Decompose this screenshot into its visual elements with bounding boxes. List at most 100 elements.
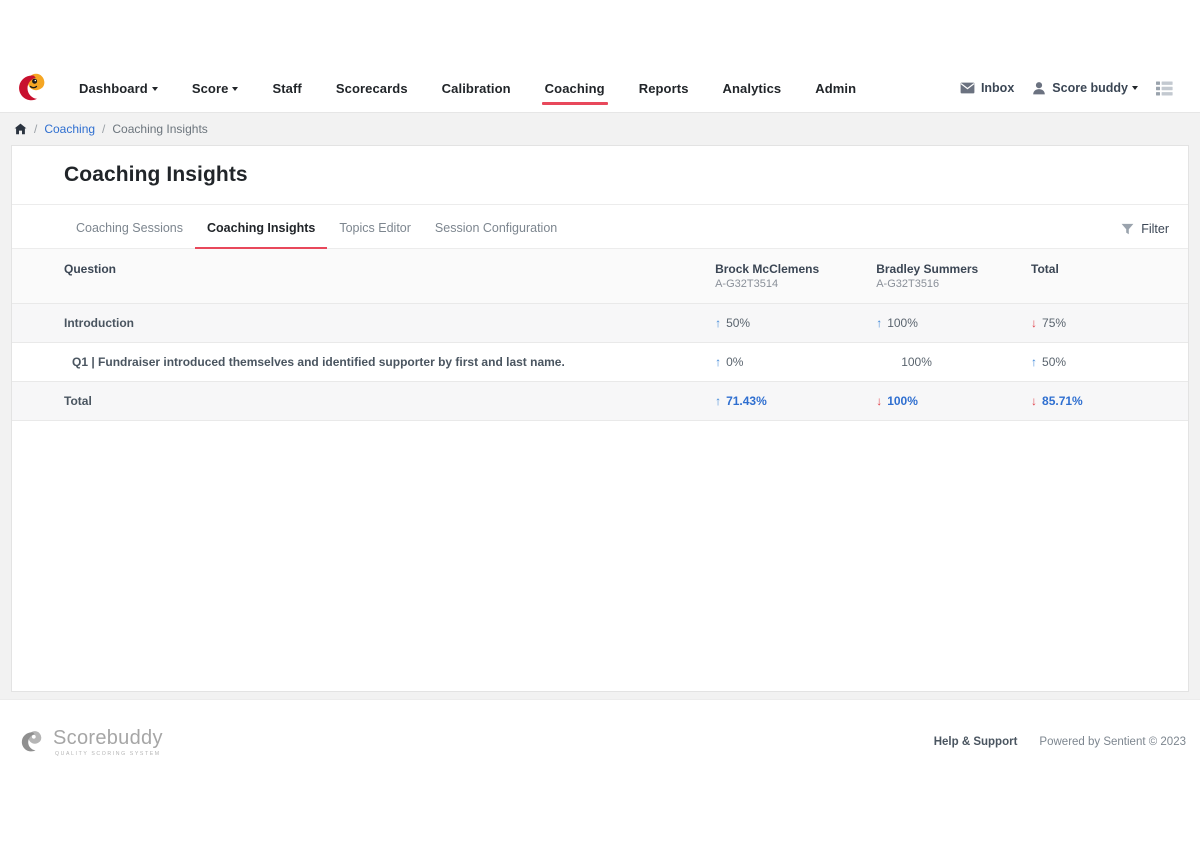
- table-row[interactable]: Q1 | Fundraiser introduced themselves an…: [12, 343, 1188, 382]
- coaching-insights-table: Question Brock McClemens A-G32T3514 Brad…: [12, 249, 1188, 421]
- powered-by-label: Powered by Sentient © 2023: [1039, 736, 1186, 748]
- metric-value: ↑ 0%: [715, 355, 743, 369]
- inbox-label: Inbox: [981, 81, 1014, 95]
- tab-topics-editor[interactable]: Topics Editor: [327, 221, 423, 248]
- card-header: Coaching Insights: [12, 146, 1188, 205]
- table-body: Introduction ↑ 50% ↑ 100%: [12, 304, 1188, 421]
- column-header-agent-2: Bradley Summers A-G32T3516: [876, 249, 1031, 304]
- nav-item-coaching[interactable]: Coaching: [528, 64, 622, 113]
- nav-label-admin: Admin: [815, 81, 856, 96]
- tab-coaching-sessions[interactable]: Coaching Sessions: [64, 221, 195, 248]
- table-header-row: Question Brock McClemens A-G32T3514 Brad…: [12, 249, 1188, 304]
- nav-item-calibration[interactable]: Calibration: [425, 64, 528, 113]
- chevron-down-icon: [152, 87, 158, 91]
- tab-session-configuration[interactable]: Session Configuration: [423, 221, 569, 248]
- breadcrumb-current: Coaching Insights: [112, 122, 207, 136]
- row-cell-agent-2: 100%: [876, 343, 1031, 382]
- metric-text: 100%: [901, 355, 932, 369]
- nav-label-coaching: Coaching: [545, 81, 605, 96]
- nav-label-scorecards: Scorecards: [336, 81, 408, 96]
- nav-item-scorecards[interactable]: Scorecards: [319, 64, 425, 113]
- column-header-agent-1: Brock McClemens A-G32T3514: [715, 249, 876, 304]
- table-row[interactable]: Introduction ↑ 50% ↑ 100%: [12, 304, 1188, 343]
- filter-button[interactable]: Filter: [1121, 222, 1169, 248]
- breadcrumb: / Coaching / Coaching Insights: [0, 113, 1200, 145]
- row-cell-total: ↑ 50%: [1031, 343, 1188, 382]
- tab-coaching-insights[interactable]: Coaching Insights: [195, 221, 327, 248]
- arrow-up-icon: ↑: [876, 317, 882, 329]
- footer-brand-name: Scorebuddy: [53, 728, 163, 748]
- metric-text: 100%: [887, 394, 918, 408]
- footer-tagline: QUALITY SCORING SYSTEM: [53, 751, 163, 757]
- content-area: Coaching Insights Coaching Sessions Coac…: [0, 145, 1200, 699]
- nav-label-staff: Staff: [272, 81, 301, 96]
- nav-right-area: Inbox Score buddy: [953, 64, 1186, 113]
- tab-label-coaching-insights: Coaching Insights: [207, 221, 315, 235]
- filter-label: Filter: [1141, 222, 1169, 236]
- column-header-total: Total: [1031, 249, 1188, 304]
- breadcrumb-link-coaching[interactable]: Coaching: [44, 122, 95, 136]
- table-row[interactable]: Total ↑ 71.43% ↓ 100%: [12, 382, 1188, 421]
- chevron-down-icon: [1132, 86, 1138, 90]
- column-title-agent-2: Bradley Summers: [876, 262, 978, 276]
- arrow-up-icon: ↑: [715, 317, 721, 329]
- tab-label-session-configuration: Session Configuration: [435, 221, 557, 235]
- nav-item-staff[interactable]: Staff: [255, 64, 318, 113]
- metric-value: ↑ 71.43%: [715, 394, 767, 408]
- row-question-label: Introduction: [12, 304, 715, 343]
- arrow-up-icon: ↑: [1031, 356, 1037, 368]
- nav-item-dashboard[interactable]: Dashboard: [62, 64, 175, 113]
- inbox-button[interactable]: Inbox: [953, 81, 1021, 95]
- nav-item-score[interactable]: Score: [175, 64, 256, 113]
- nav-item-admin[interactable]: Admin: [798, 64, 873, 113]
- metric-value: ↓ 75%: [1031, 316, 1066, 330]
- envelope-icon: [960, 82, 975, 94]
- metric-value: ↓ 85.71%: [1031, 394, 1083, 408]
- tab-label-coaching-sessions: Coaching Sessions: [76, 221, 183, 235]
- metric-text: 75%: [1042, 316, 1066, 330]
- home-icon[interactable]: [14, 123, 27, 135]
- funnel-icon: [1121, 223, 1134, 235]
- row-question-label: Q1 | Fundraiser introduced themselves an…: [12, 343, 715, 382]
- metric-text: 85.71%: [1042, 394, 1083, 408]
- metric-text: 50%: [726, 316, 750, 330]
- row-cell-agent-1: ↑ 0%: [715, 343, 876, 382]
- arrow-down-icon: ↓: [876, 395, 882, 407]
- nav-label-dashboard: Dashboard: [79, 81, 148, 96]
- page-footer: Scorebuddy QUALITY SCORING SYSTEM Help &…: [0, 699, 1200, 784]
- row-question-label: Total: [12, 382, 715, 421]
- nav-label-score: Score: [192, 81, 229, 96]
- metric-value: ↑ 100%: [876, 316, 918, 330]
- column-title-question: Question: [64, 262, 116, 276]
- row-cell-agent-2: ↑ 100%: [876, 304, 1031, 343]
- footer-right: Help & Support Powered by Sentient © 202…: [934, 736, 1186, 748]
- row-cell-total: ↓ 85.71%: [1031, 382, 1188, 421]
- user-menu-button[interactable]: Score buddy: [1025, 81, 1145, 95]
- row-cell-agent-1: ↑ 50%: [715, 304, 876, 343]
- row-cell-agent-1: ↑ 71.43%: [715, 382, 876, 421]
- nav-label-calibration: Calibration: [442, 81, 511, 96]
- breadcrumb-separator-2: /: [102, 122, 105, 136]
- metric-value: 100%: [901, 355, 932, 369]
- main-navbar: Dashboard Score Staff Scorecards Calibra…: [0, 64, 1200, 113]
- column-title-total: Total: [1031, 262, 1059, 276]
- metric-value: ↓ 100%: [876, 394, 918, 408]
- metric-text: 71.43%: [726, 394, 767, 408]
- column-title-agent-1: Brock McClemens: [715, 262, 819, 276]
- metric-value: ↑ 50%: [1031, 355, 1066, 369]
- footer-brand: Scorebuddy QUALITY SCORING SYSTEM: [18, 728, 163, 757]
- column-subtitle-agent-2: A-G32T3516: [876, 278, 1031, 290]
- arrow-up-icon: ↑: [715, 395, 721, 407]
- tab-label-topics-editor: Topics Editor: [339, 221, 411, 235]
- insights-card: Coaching Insights Coaching Sessions Coac…: [11, 145, 1189, 692]
- nav-item-analytics[interactable]: Analytics: [706, 64, 799, 113]
- nav-item-reports[interactable]: Reports: [622, 64, 706, 113]
- parrot-logo-icon[interactable]: [14, 71, 48, 105]
- apps-menu-button[interactable]: [1149, 81, 1186, 96]
- metric-text: 0%: [726, 355, 743, 369]
- arrow-up-icon: ↑: [715, 356, 721, 368]
- nav-label-reports: Reports: [639, 81, 689, 96]
- column-header-question: Question: [12, 249, 715, 304]
- nav-links: Dashboard Score Staff Scorecards Calibra…: [62, 64, 873, 113]
- help-and-support-link[interactable]: Help & Support: [934, 736, 1018, 748]
